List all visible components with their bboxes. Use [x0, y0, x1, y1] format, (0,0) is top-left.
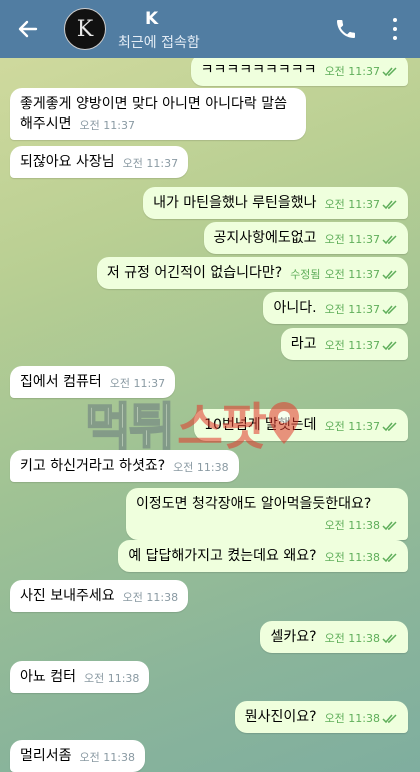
double-check-icon	[382, 200, 397, 210]
message-outgoing[interactable]: 아니다. 오전 11:37	[263, 292, 408, 324]
message-incoming[interactable]: 좋게좋게 양방이면 맞다 아니면 아니다락 말씀 해주시면 오전 11:37	[10, 88, 306, 140]
phone-icon	[337, 20, 355, 38]
double-check-icon	[382, 422, 397, 432]
message-outgoing[interactable]: 이정도면 청각장애도 알아먹을듯한대요? 오전 11:38	[126, 488, 408, 540]
edited-label: 수정됨	[290, 268, 321, 281]
message-outgoing[interactable]: 예 답답해가지고 켰는데요 왜요? 오전 11:38	[118, 540, 408, 572]
message-incoming[interactable]: 되잖아요 사장님 오전 11:37	[10, 146, 189, 178]
double-check-icon	[382, 714, 397, 724]
double-check-icon	[382, 521, 397, 531]
message-outgoing[interactable]: ㅋㅋㅋㅋㅋㅋㅋㅋㅋ 오전 11:37	[190, 58, 408, 86]
message-outgoing[interactable]: 저 규정 어긴적이 없습니다만? 수정됨 오전 11:37	[96, 257, 408, 289]
double-check-icon	[382, 305, 397, 315]
double-check-icon	[382, 235, 397, 245]
call-button[interactable]	[334, 17, 358, 41]
message-outgoing[interactable]: 공지사항에도없고 오전 11:37	[203, 222, 408, 254]
message-incoming[interactable]: 아뇨 컴터 오전 11:38	[10, 661, 150, 693]
avatar[interactable]: K	[64, 8, 106, 50]
message-list[interactable]: ㅋㅋㅋㅋㅋㅋㅋㅋㅋ 오전 11:37 좋게좋게 양방이면 맞다 아니면 아니다락 …	[0, 58, 420, 772]
double-check-icon	[382, 634, 397, 644]
back-button[interactable]	[14, 15, 42, 43]
more-menu-button[interactable]	[388, 16, 402, 42]
double-check-icon	[382, 553, 397, 563]
avatar-letter: K	[76, 16, 94, 42]
last-seen-status: 최근에 접속함	[118, 35, 200, 51]
arrow-left-icon	[18, 20, 38, 38]
message-incoming[interactable]: 키고 하신거라고 하셧죠? 오전 11:38	[10, 450, 239, 482]
chat-header: K K 최근에 접속함	[0, 0, 420, 58]
message-outgoing[interactable]: 10번넘게 말햇는데 오전 11:37	[194, 409, 408, 441]
message-incoming[interactable]: 멀리서좀 오전 11:38	[10, 740, 145, 772]
double-check-icon	[382, 270, 397, 280]
double-check-icon	[382, 341, 397, 351]
message-outgoing[interactable]: 뭔사진이요? 오전 11:38	[234, 701, 408, 733]
message-outgoing[interactable]: 라고 오전 11:37	[280, 328, 408, 360]
message-incoming[interactable]: 사진 보내주세요 오전 11:38	[10, 580, 189, 612]
message-outgoing[interactable]: 셀카요? 오전 11:38	[260, 621, 408, 653]
message-outgoing[interactable]: 내가 마틴을했나 루틴을했나 오전 11:37	[143, 187, 408, 219]
message-incoming[interactable]: 집에서 컴퓨터 오전 11:37	[10, 366, 176, 398]
chat-title[interactable]: K	[145, 9, 158, 29]
double-check-icon	[382, 67, 397, 77]
more-vertical-icon	[393, 18, 397, 23]
